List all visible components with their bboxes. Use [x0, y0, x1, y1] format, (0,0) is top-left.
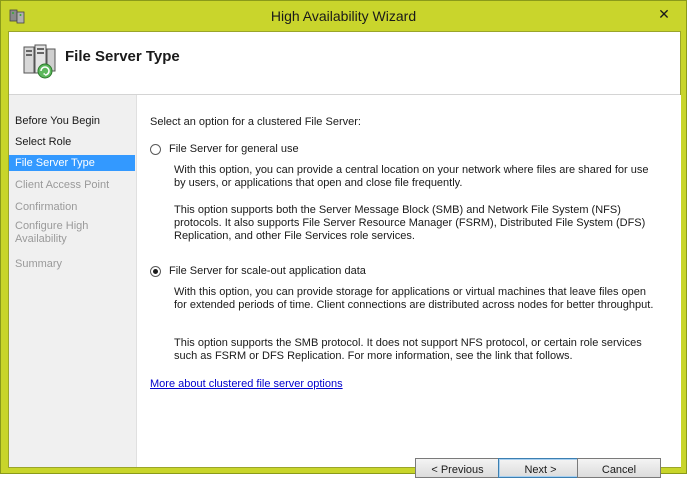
radio-scale-out[interactable] [150, 265, 161, 277]
wizard-steps-sidebar: Before You Begin Select Role File Server… [9, 95, 136, 467]
previous-button[interactable]: < Previous [415, 458, 500, 478]
window-title: High Availability Wizard [270, 8, 417, 24]
wizard-window: High Availability Wizard ✕ File Server T… [0, 0, 687, 478]
step-summary: Summary [15, 258, 63, 270]
page-title: File Server Type [65, 48, 180, 65]
option-general-use-protocols: This option supports both the Server Mes… [174, 204, 646, 242]
step-before-you-begin[interactable]: Before You Begin [9, 113, 135, 129]
close-icon: ✕ [658, 6, 670, 22]
wizard-client-area: File Server Type Before You Begin Select… [8, 31, 681, 478]
option-scale-out-protocols: This option supports the SMB protocol. I… [174, 337, 642, 362]
title-bar[interactable]: High Availability Wizard ✕ [1, 1, 686, 31]
more-info-link[interactable]: More about clustered file server options [150, 378, 343, 390]
next-button[interactable]: Next > [498, 458, 583, 478]
step-client-access-point: Client Access Point [15, 179, 110, 191]
step-file-server-type[interactable]: File Server Type [9, 155, 135, 171]
cancel-button[interactable]: Cancel [577, 458, 661, 478]
step-select-role[interactable]: Select Role [9, 134, 135, 150]
close-button[interactable]: ✕ [652, 4, 676, 24]
wizard-header: File Server Type [9, 32, 680, 95]
file-server-cluster-icon [23, 44, 56, 79]
option-general-use-label: File Server for general use [169, 143, 299, 155]
option-general-use[interactable]: File Server for general use [150, 143, 299, 155]
option-scale-out-label: File Server for scale-out application da… [169, 265, 366, 277]
option-scale-out[interactable]: File Server for scale-out application da… [150, 265, 366, 277]
option-scale-out-description: With this option, you can provide storag… [174, 286, 654, 311]
step-confirmation: Confirmation [15, 201, 78, 213]
step-configure-high-availability: Configure High Availability [15, 220, 89, 245]
intro-text: Select an option for a clustered File Se… [150, 116, 361, 128]
radio-general-use[interactable] [150, 143, 161, 155]
option-general-use-description: With this option, you can provide a cent… [174, 164, 649, 189]
wizard-content: Select an option for a clustered File Se… [136, 95, 681, 478]
